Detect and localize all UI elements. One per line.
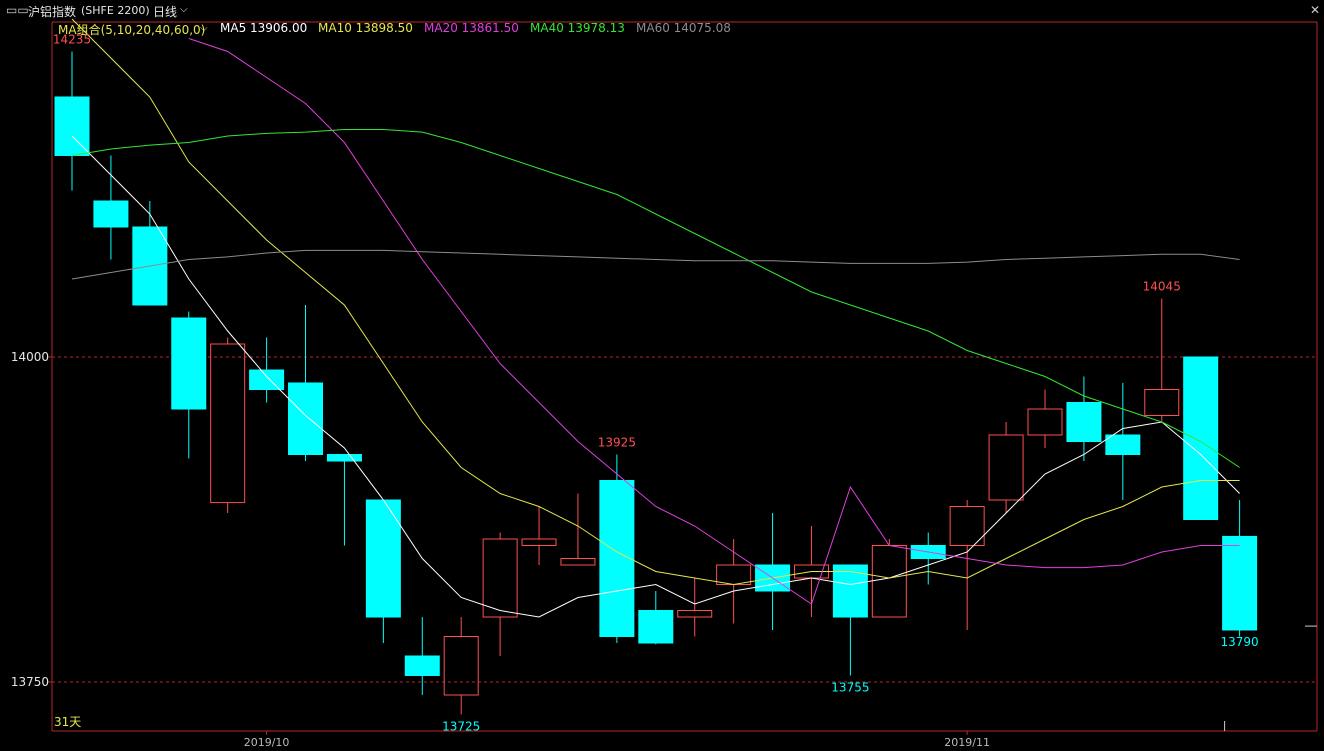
low-price-label: 13790 <box>1221 635 1259 649</box>
candle-down <box>404 655 440 676</box>
x-tick-label: 2019/11 <box>944 736 990 749</box>
candle-up <box>677 610 713 618</box>
candle-up <box>871 545 907 618</box>
candlestick-chart[interactable]: 14000 13750 2019/10 2019/11 31天 14235 13725 139… <box>0 0 1324 751</box>
candle-up <box>560 558 596 566</box>
candle-up <box>1027 408 1063 436</box>
candle-up <box>482 538 518 618</box>
y-tick-label: 13750 <box>11 675 49 689</box>
candle-down <box>288 382 324 455</box>
candle-down <box>1183 356 1219 520</box>
high-price-label: 14045 <box>1143 280 1181 294</box>
candle-down <box>54 96 90 156</box>
high-price-label: 13925 <box>598 436 636 450</box>
candle-up <box>521 538 557 546</box>
candle-up <box>210 343 246 504</box>
candle-up <box>1144 389 1180 416</box>
high-price-label: 14235 <box>53 33 91 47</box>
ma-line-ma40 <box>71 129 1240 468</box>
candle-down <box>1105 434 1141 455</box>
candle-down <box>249 369 285 390</box>
candle-up <box>988 434 1024 501</box>
candle-down <box>171 317 207 410</box>
candle-down <box>832 564 868 618</box>
y-tick-label: 14000 <box>11 350 49 364</box>
low-price-label: 13725 <box>442 720 480 734</box>
ma-line-ma5 <box>71 135 1240 618</box>
candle-up <box>716 564 752 585</box>
candle-down <box>326 454 362 462</box>
ma-line-ma60 <box>71 249 1240 280</box>
visible-bars-label: 31天 <box>54 715 81 729</box>
candle-down <box>1222 535 1258 631</box>
ma-line-ma20 <box>188 38 1240 605</box>
low-price-label: 13755 <box>831 681 869 695</box>
candle-up <box>443 636 479 696</box>
candle-down <box>1066 402 1102 442</box>
candle-down <box>93 200 129 228</box>
x-tick-label: 2019/10 <box>244 736 290 749</box>
candle-down <box>638 610 674 644</box>
ma-line-ma10 <box>71 18 1240 586</box>
